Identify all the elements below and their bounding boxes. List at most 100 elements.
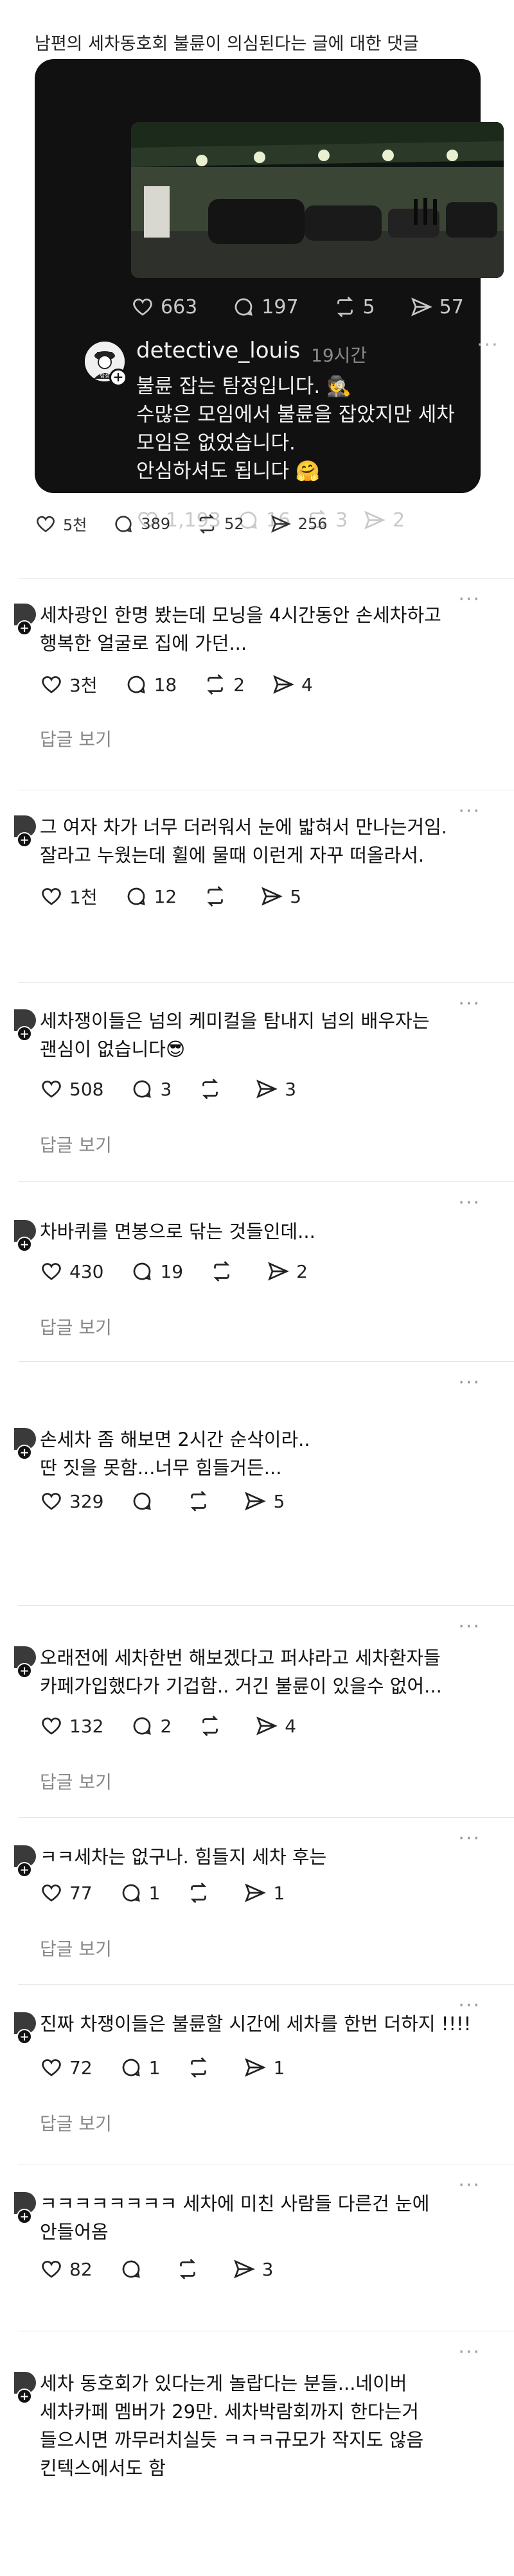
repost-button[interactable] — [199, 1714, 228, 1737]
follow-plus-icon[interactable]: + — [17, 832, 32, 848]
view-replies-link[interactable]: 답글 보기 — [40, 1314, 112, 1339]
follow-plus-icon[interactable]: + — [17, 1862, 32, 1877]
repost-button[interactable] — [204, 885, 233, 908]
follow-plus-icon[interactable]: + — [17, 1237, 32, 1252]
repost-icon — [199, 514, 215, 534]
comment-button[interactable]: 18 — [125, 673, 177, 696]
share-count: 4 — [301, 674, 313, 695]
more-options-icon[interactable]: ··· — [458, 2341, 481, 2363]
more-options-icon[interactable]: ··· — [458, 1615, 481, 1638]
username[interactable]: detective_louis — [136, 338, 300, 363]
send-icon — [256, 1716, 278, 1736]
view-replies-link[interactable]: 답글 보기 — [40, 1935, 112, 1961]
comment-stats: 72 1 1 — [40, 2056, 285, 2079]
share-button[interactable]: 2 — [267, 1260, 308, 1283]
repost-button[interactable] — [199, 1077, 228, 1101]
comment-button[interactable]: 389 — [112, 513, 170, 535]
like-count: 77 — [69, 1882, 93, 1904]
share-button[interactable]: 5 — [244, 1490, 285, 1513]
repost-button[interactable]: 2 — [204, 673, 245, 696]
share-button[interactable]: 4 — [255, 1714, 296, 1737]
more-options-icon[interactable]: ··· — [458, 800, 481, 822]
repost-button[interactable] — [210, 1260, 240, 1283]
share-button[interactable]: 256 — [270, 513, 328, 535]
follow-plus-icon[interactable]: + — [17, 1026, 32, 1041]
like-button[interactable]: 5천 — [35, 512, 87, 535]
like-button[interactable]: 329 — [40, 1490, 103, 1513]
follow-plus-icon[interactable]: + — [17, 2029, 32, 2044]
comment-stats: 3천 18 2 4 — [40, 672, 313, 697]
share-button[interactable]: 2 — [363, 509, 405, 532]
comment-button[interactable]: 1 — [120, 1881, 161, 1904]
comment-button[interactable]: 2 — [130, 1714, 172, 1737]
divider — [18, 578, 514, 579]
comment-text: 세차광인 한명 봤는데 모닝을 4시간동안 손세차하고 행복한 얼굴로 집에 가던… — [40, 604, 441, 654]
comment-button[interactable]: 12 — [125, 885, 177, 908]
share-button[interactable]: 5 — [260, 885, 301, 908]
more-options-icon[interactable]: ··· — [458, 2174, 481, 2197]
comment-button[interactable]: 19 — [130, 1260, 183, 1283]
comment-button[interactable]: 197 — [232, 295, 299, 318]
repost-button[interactable] — [187, 1881, 217, 1904]
like-count: 3천 — [69, 675, 98, 696]
follow-plus-icon[interactable]: + — [17, 1445, 32, 1460]
repost-icon — [213, 1261, 230, 1282]
more-options-icon[interactable]: ··· — [458, 1827, 481, 1850]
like-button[interactable]: 72 — [40, 2056, 93, 2079]
share-button[interactable]: 57 — [410, 295, 464, 318]
share-button[interactable]: 1 — [244, 1881, 285, 1904]
comment-text: 그 여자 차가 너무 더러워서 눈에 밟혀서 만나는거임. 잘라고 누웠는데 휠에… — [40, 816, 448, 866]
comment-button[interactable] — [130, 1490, 160, 1513]
follow-plus-icon[interactable]: + — [17, 2209, 32, 2224]
comment-text: 세차쟁이들은 넘의 케미컬을 탐내지 넘의 배우자는 괜심이 없습니다😎 — [40, 1010, 430, 1060]
like-button[interactable]: 1천 — [40, 883, 98, 909]
heart-icon — [42, 2059, 61, 2076]
like-button[interactable]: 3천 — [40, 672, 98, 697]
follow-plus-icon[interactable]: + — [109, 369, 127, 387]
repost-button[interactable] — [187, 1490, 217, 1513]
share-button[interactable]: 1 — [244, 2056, 285, 2079]
follow-plus-icon[interactable]: + — [17, 620, 32, 636]
comment-button[interactable]: 1 — [120, 2056, 160, 2079]
page-title: 남편의 세차동호회 불륜이 의심된다는 글에 대한 댓글 — [35, 34, 419, 54]
comment-count: 1 — [148, 1882, 161, 1904]
view-replies-link[interactable]: 답글 보기 — [40, 1768, 112, 1794]
more-options-icon[interactable]: ··· — [458, 993, 481, 1015]
repost-button[interactable] — [187, 2056, 217, 2079]
embedded-post-card[interactable]: 663 197 5 57 탐정 + detective_louis 19시간 ·… — [35, 59, 504, 532]
comment-button[interactable]: 3 — [130, 1077, 172, 1101]
like-button[interactable]: 82 — [40, 2258, 93, 2281]
view-replies-link[interactable]: 답글 보기 — [40, 2110, 112, 2136]
like-button[interactable]: 77 — [40, 1881, 93, 1904]
follow-plus-icon[interactable]: + — [17, 2389, 32, 2404]
view-replies-link[interactable]: 답글 보기 — [40, 726, 112, 751]
send-icon — [261, 887, 283, 906]
follow-plus-icon[interactable]: + — [17, 1663, 32, 1678]
divider — [18, 1605, 514, 1606]
share-button[interactable]: 3 — [233, 2258, 273, 2281]
comment-button[interactable] — [120, 2258, 149, 2281]
share-button[interactable]: 3 — [255, 1077, 296, 1101]
more-options-icon[interactable]: ··· — [458, 588, 481, 611]
divider — [18, 1361, 514, 1362]
comment-text: ㅋㅋㅋㅋㅋㅋㅋㅋ 세차에 미친 사람들 다른건 눈에 안들어옴 — [40, 2193, 430, 2243]
like-button[interactable]: 430 — [40, 1260, 103, 1283]
more-options-icon[interactable]: ··· — [477, 334, 499, 356]
heart-icon — [37, 516, 55, 532]
share-button[interactable]: 4 — [272, 673, 313, 696]
repost-button[interactable]: 52 — [196, 513, 244, 535]
comment-icon — [127, 675, 145, 693]
repost-button[interactable]: 5 — [333, 295, 375, 318]
more-options-icon[interactable]: ··· — [458, 1192, 481, 1214]
comment-count: 19 — [160, 1260, 184, 1282]
parking-lot-photo[interactable] — [131, 122, 504, 278]
send-icon — [256, 1079, 278, 1099]
more-options-icon[interactable]: ··· — [458, 1371, 481, 1394]
like-button[interactable]: 508 — [40, 1077, 103, 1101]
view-replies-link[interactable]: 답글 보기 — [40, 1131, 112, 1157]
comment-stats: 82 3 — [40, 2258, 273, 2281]
repost-button[interactable] — [176, 2258, 206, 2281]
repost-count: 2 — [233, 674, 245, 695]
like-button[interactable]: 132 — [40, 1714, 103, 1737]
like-button[interactable]: 663 — [131, 295, 197, 318]
